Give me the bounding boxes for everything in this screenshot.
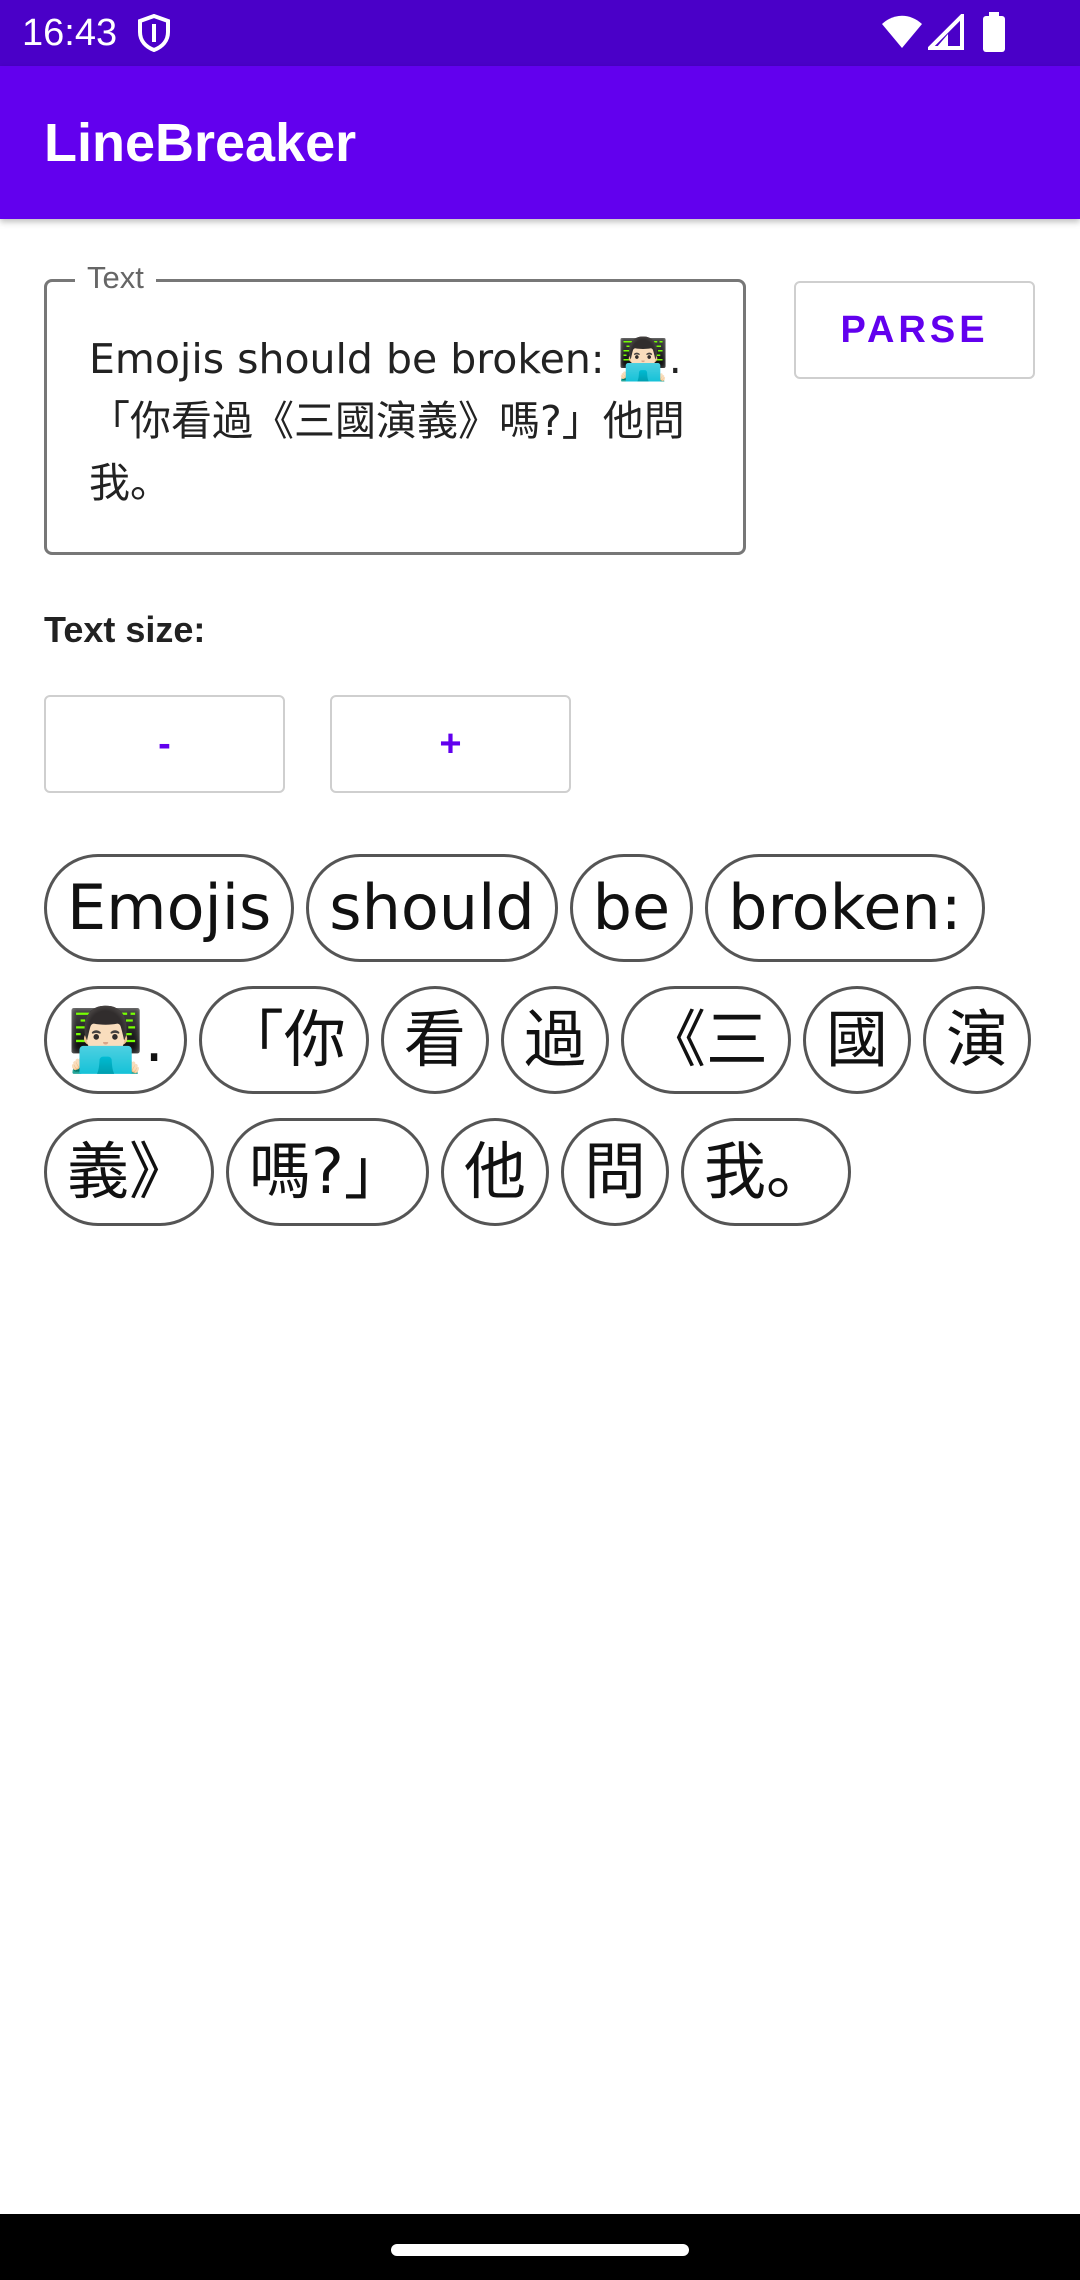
- chip: 嗎?」: [226, 1118, 429, 1226]
- chip: 👨🏻‍💻.: [44, 986, 187, 1094]
- chip: 過: [500, 986, 609, 1094]
- chip: 國: [802, 986, 911, 1094]
- shield-icon: [137, 13, 171, 57]
- text-input-field[interactable]: Text Emojis should be broken: 👨🏻‍💻. 「你看過…: [44, 260, 746, 555]
- signal-icon: [925, 11, 964, 55]
- battery-icon: [983, 12, 1005, 57]
- app-bar: LineBreaker: [0, 66, 1080, 219]
- chip: 《三: [620, 986, 791, 1094]
- chip: 他: [440, 1118, 549, 1226]
- text-size-label: Text size:: [44, 609, 206, 650]
- chip: 演: [922, 986, 1031, 1094]
- parse-button[interactable]: PARSE: [794, 281, 1035, 379]
- chip-group: Emojis should be broken: 👨🏻‍💻. 「你 看 過 《三…: [44, 854, 1044, 1226]
- chip: Emojis: [44, 854, 295, 962]
- chip: 義》: [44, 1118, 215, 1226]
- status-time: 16:43: [22, 12, 118, 54]
- chip: 看: [380, 986, 489, 1094]
- chip: should: [306, 854, 558, 962]
- chip: broken:: [705, 854, 985, 962]
- app-title: LineBreaker: [44, 113, 357, 173]
- navigation-bar: [0, 2214, 1080, 2280]
- text-field-value[interactable]: Emojis should be broken: 👨🏻‍💻. 「你看過《三國演義…: [89, 328, 709, 514]
- text-field-label: Text: [75, 260, 156, 296]
- increase-text-size-button[interactable]: +: [330, 695, 571, 793]
- home-handle[interactable]: [391, 2244, 689, 2256]
- chip: 「你: [198, 986, 369, 1094]
- status-bar: 16:43: [0, 0, 1080, 66]
- wifi-icon: [880, 14, 924, 55]
- chip: 問: [560, 1118, 669, 1226]
- chip: 我。: [680, 1118, 851, 1226]
- chip: be: [569, 854, 694, 962]
- decrease-text-size-button[interactable]: -: [44, 695, 285, 793]
